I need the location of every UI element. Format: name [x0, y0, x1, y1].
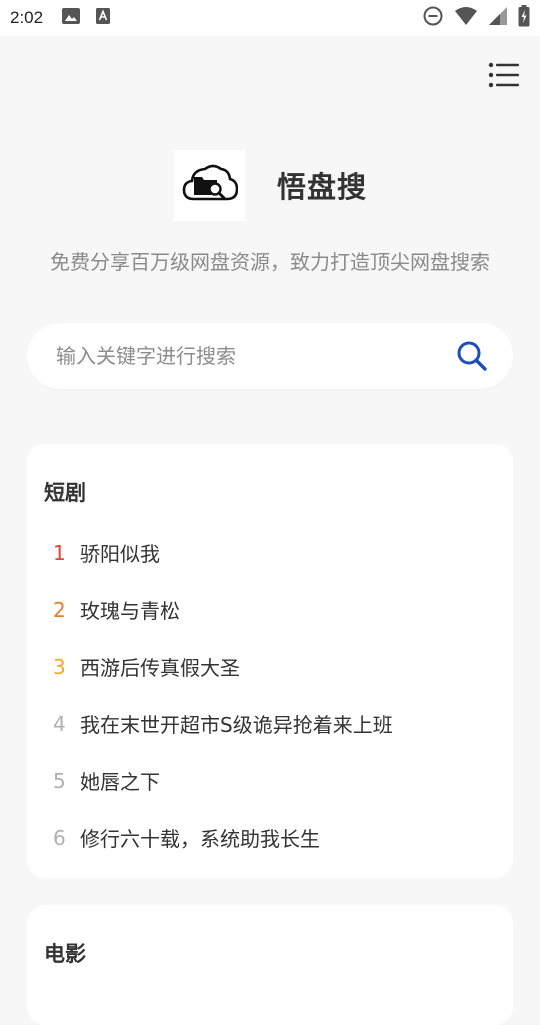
rank-number: 5 [53, 768, 66, 793]
rank-title: 我在末世开超市S级诡异抢着来上班 [80, 713, 393, 737]
wifi-icon [454, 6, 478, 30]
list-item[interactable]: 2 玫瑰与青松 [44, 581, 496, 638]
status-bar: 2:02 [0, 0, 540, 36]
list-item[interactable]: 3 西游后传真假大圣 [44, 638, 496, 695]
list-item[interactable]: 5 她唇之下 [44, 752, 496, 809]
search-icon[interactable] [455, 339, 489, 373]
rank-title: 西游后传真假大圣 [80, 656, 240, 680]
status-time: 2:02 [10, 8, 44, 27]
section-title: 短剧 [44, 481, 86, 505]
text-a-icon [95, 7, 111, 29]
brand-header: 悟盘搜 [174, 149, 367, 221]
rank-number: 1 [53, 540, 66, 565]
rank-number: 2 [53, 597, 66, 622]
rank-number: 4 [53, 711, 66, 736]
status-right-icons [422, 5, 530, 31]
slogan: 免费分享百万级网盘资源，致力打造顶尖网盘搜索 [50, 250, 490, 274]
list-item[interactable]: 1 骄阳似我 [44, 524, 496, 581]
cloud-folder-search-icon [182, 161, 238, 209]
logo [174, 149, 245, 221]
rank-title: 她唇之下 [80, 770, 160, 794]
cell-signal-icon [488, 6, 508, 30]
rank-title: 骄阳似我 [80, 542, 160, 566]
image-icon [61, 7, 81, 29]
battery-icon [518, 5, 530, 31]
search-input[interactable] [54, 343, 455, 369]
menu-button[interactable] [488, 62, 520, 92]
rank-title: 修行六十载，系统助我长生 [80, 827, 320, 851]
search-bar [27, 323, 513, 389]
section-card-movies: 电影 [27, 905, 513, 1025]
menu-icon [488, 62, 520, 92]
rank-list: 1 骄阳似我 2 玫瑰与青松 3 西游后传真假大圣 4 我在末世开超市S级诡异抢… [44, 524, 496, 866]
do-not-disturb-icon [422, 5, 444, 31]
section-card-short-drama: 短剧 1 骄阳似我 2 玫瑰与青松 3 西游后传真假大圣 4 我在末世开超市S级… [27, 444, 513, 878]
list-item[interactable]: 4 我在末世开超市S级诡异抢着来上班 [44, 695, 496, 752]
section-title: 电影 [44, 942, 86, 966]
status-left-icons [61, 7, 111, 29]
list-item[interactable]: 6 修行六十载，系统助我长生 [44, 809, 496, 866]
rank-title: 玫瑰与青松 [80, 599, 180, 623]
rank-number: 3 [53, 654, 66, 679]
site-name: 悟盘搜 [277, 170, 368, 204]
rank-number: 6 [53, 825, 66, 850]
